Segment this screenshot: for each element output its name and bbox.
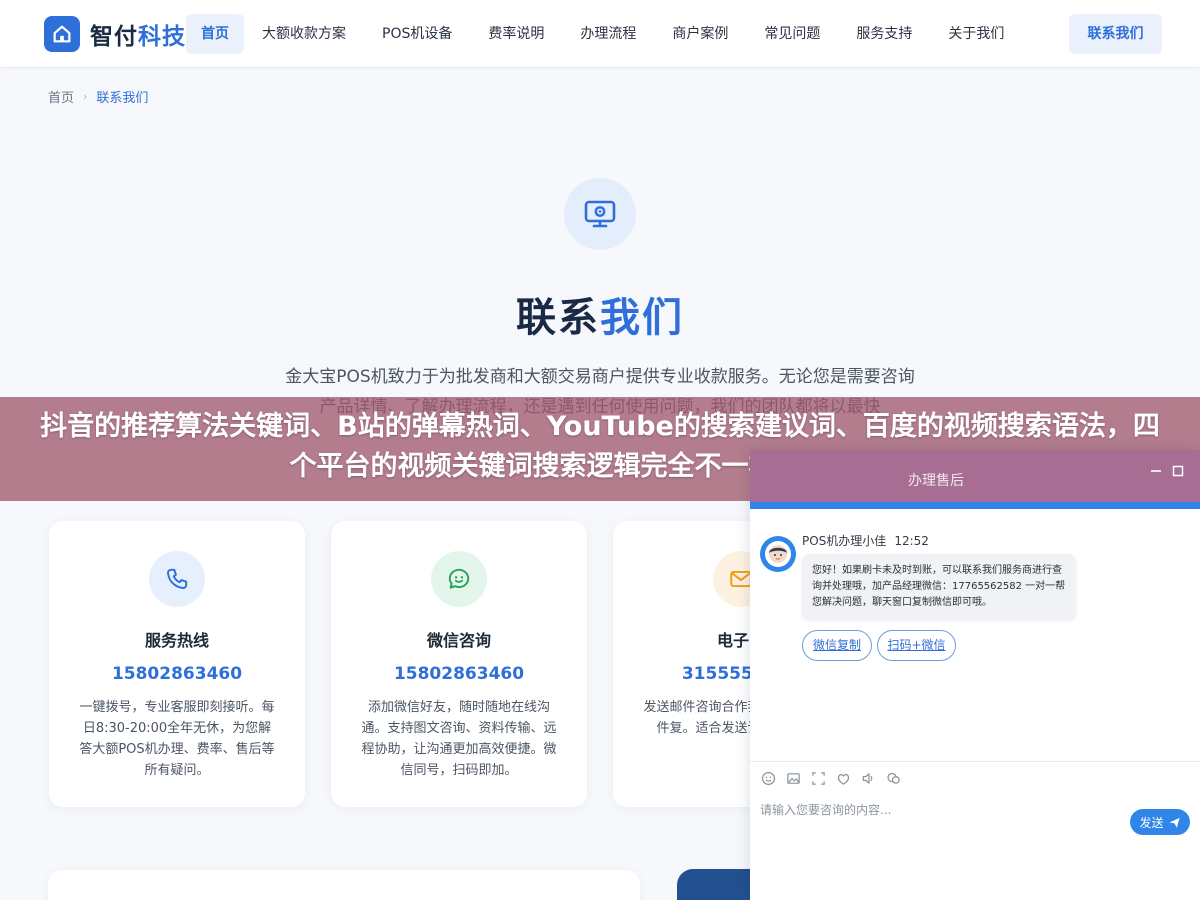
voice-icon[interactable]	[860, 770, 876, 786]
nav-faq[interactable]: 常见问题	[746, 14, 838, 54]
card-title: 微信咨询	[426, 631, 491, 650]
logo-text-part2: 科技	[138, 24, 186, 50]
chat-sender: POS机办理小佳 12:52	[802, 532, 929, 549]
send-arrow-icon	[1168, 817, 1180, 828]
screenshot-icon[interactable]	[810, 770, 826, 786]
nav-rates[interactable]: 费率说明	[470, 14, 562, 54]
hotline-number[interactable]: 15802863460	[49, 664, 305, 684]
chat-sender-name: POS机办理小佳	[802, 534, 887, 548]
contact-card-hotline: 服务热线 15802863460 一键拨号，专业客服即刻接听。每日8:30-20…	[49, 521, 305, 807]
history-icon[interactable]	[885, 770, 901, 786]
send-button-label: 发送	[1139, 815, 1164, 830]
scan-wechat-button[interactable]: 扫码+微信	[877, 630, 956, 661]
minimize-icon[interactable]	[1148, 464, 1164, 480]
nav-large-payment[interactable]: 大额收款方案	[244, 14, 364, 54]
logo-text: 智付科技	[90, 17, 186, 51]
send-button[interactable]: 发送	[1130, 809, 1190, 835]
contact-us-button[interactable]: 联系我们	[1069, 14, 1162, 54]
card-title: 服务热线	[144, 631, 209, 650]
logo-text-part1: 智付	[90, 24, 138, 50]
chat-header-title: 办理售后	[908, 473, 964, 489]
main-nav: 首页 大额收款方案 POS机设备 费率说明 办理流程 商户案例 常见问题 服务支…	[186, 14, 1022, 54]
home-logo-icon	[44, 16, 80, 52]
breadcrumb-current: 联系我们	[96, 91, 149, 106]
nav-home[interactable]: 首页	[186, 14, 244, 54]
emoji-icon[interactable]	[760, 770, 776, 786]
page-title-part2: 我们	[600, 295, 684, 341]
nav-cases[interactable]: 商户案例	[654, 14, 746, 54]
wechat-number[interactable]: 15802863460	[331, 664, 587, 684]
chat-toolbar	[760, 770, 910, 786]
copy-wechat-button[interactable]: 微信复制	[802, 630, 872, 661]
monitor-support-icon	[564, 178, 636, 250]
rating-icon[interactable]	[835, 770, 851, 786]
site-header: 智付科技 首页 大额收款方案 POS机设备 费率说明 办理流程 商户案例 常见问…	[0, 0, 1200, 68]
breadcrumb: 首页 › 联系我们	[48, 87, 148, 106]
chat-header-bar	[750, 502, 1200, 509]
chat-message: 您好！如果刷卡未及时到账，可以联系我们服务商进行查询并处理哦，加产品经理微信：1…	[802, 554, 1076, 620]
card-description: 一键拨号，专业客服即刻接听。每日8:30-20:00全年无休，为您解答大额POS…	[79, 700, 275, 778]
chat-message-input[interactable]	[760, 800, 1060, 820]
site-logo[interactable]: 智付科技	[44, 16, 186, 52]
card-description: 添加微信好友，随时随地在线沟通。支持图文咨询、资料传输、远程协助，让沟通更加高效…	[361, 700, 557, 778]
nav-process[interactable]: 办理流程	[562, 14, 654, 54]
wechat-icon	[431, 551, 487, 607]
chat-widget: 办理售后 POS机办理小佳 12:52 您好！如果刷卡未及时到账，可以联系我们服务…	[750, 450, 1200, 900]
phone-icon	[149, 551, 205, 607]
page-title: 联系我们	[0, 285, 1200, 343]
contact-form-card	[48, 870, 640, 900]
image-icon[interactable]	[785, 770, 801, 786]
chat-divider	[750, 761, 1200, 762]
page-title-part1: 联系	[516, 295, 600, 341]
contact-card-wechat: 微信咨询 15802863460 添加微信好友，随时随地在线沟通。支持图文咨询、…	[331, 521, 587, 807]
breadcrumb-separator: ›	[83, 90, 88, 103]
chat-timestamp: 12:52	[894, 534, 929, 548]
agent-avatar	[760, 536, 796, 572]
nav-support[interactable]: 服务支持	[838, 14, 930, 54]
nav-about[interactable]: 关于我们	[930, 14, 1022, 54]
chat-header: 办理售后	[750, 450, 1200, 508]
breadcrumb-home[interactable]: 首页	[48, 87, 74, 106]
maximize-icon[interactable]	[1170, 464, 1186, 480]
nav-pos-devices[interactable]: POS机设备	[364, 14, 470, 54]
